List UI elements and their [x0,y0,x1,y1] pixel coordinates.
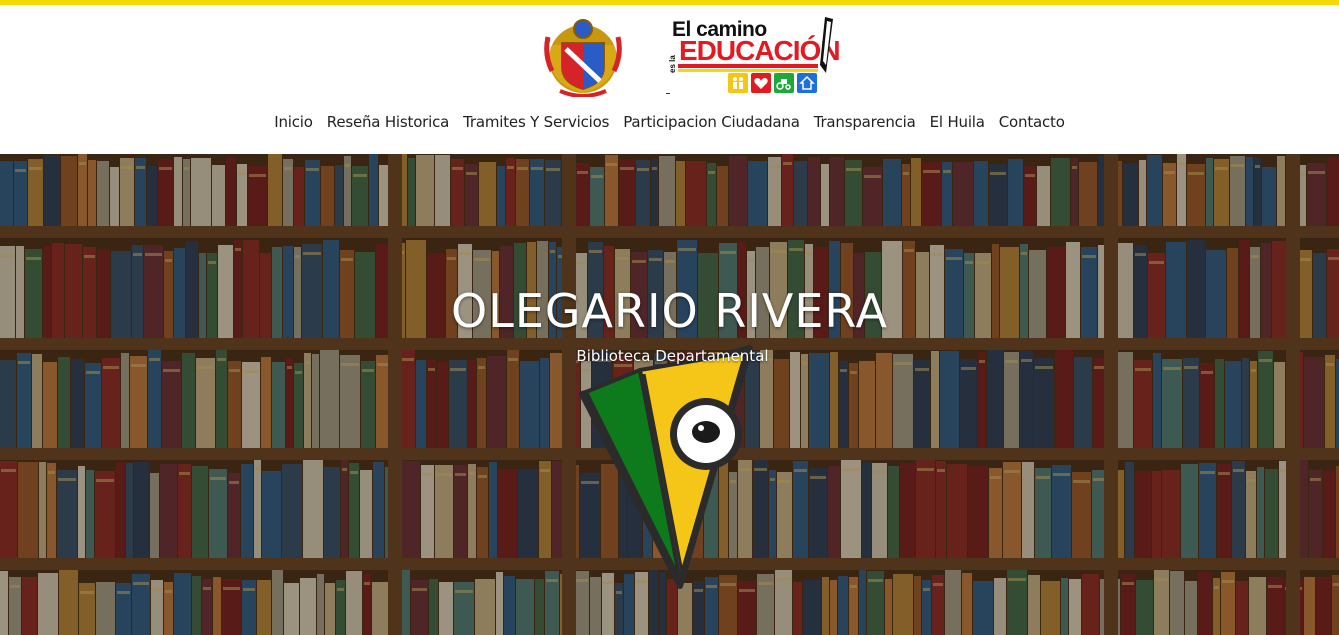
hero-title: OLEGARIO RIVERA [451,284,888,338]
nav-item-el-huila[interactable]: El Huila [923,113,992,131]
campaign-logo[interactable]: El camino es la EDUCACIÓN [666,15,842,97]
library-eye-logo-icon [579,345,753,589]
nav-item-participacion-ciudadana[interactable]: Participacion Ciudadana [616,113,806,131]
campaign-underline-yellow [678,69,818,72]
nav-item-resena-historica[interactable]: Reseña Historica [320,113,456,131]
logo-link-underline [666,93,670,94]
site-header: El camino es la EDUCACIÓN Inicio Reseña … [0,5,1339,154]
coat-of-arms-icon[interactable] [542,15,624,97]
campaign-line2-small: es la [668,55,677,73]
house-icon [797,73,817,93]
hero-banner: OLEGARIO RIVERA Biblioteca Departamental [0,154,1339,635]
hero-subtitle: Biblioteca Departamental [576,347,769,365]
family-icon [728,73,748,93]
campaign-underline-red [678,64,818,68]
tractor-icon [774,73,794,93]
nav-item-transparencia[interactable]: Transparencia [807,113,923,131]
campaign-line2: EDUCACIÓN [679,35,841,66]
nav-item-contacto[interactable]: Contacto [992,113,1072,131]
nav-item-inicio[interactable]: Inicio [267,113,320,131]
campaign-icons [728,73,817,93]
heart-icon [751,73,771,93]
pencil-icon [820,17,833,73]
main-navigation: Inicio Reseña Historica Tramites Y Servi… [0,113,1339,131]
nav-item-tramites-servicios[interactable]: Tramites Y Servicios [456,113,616,131]
